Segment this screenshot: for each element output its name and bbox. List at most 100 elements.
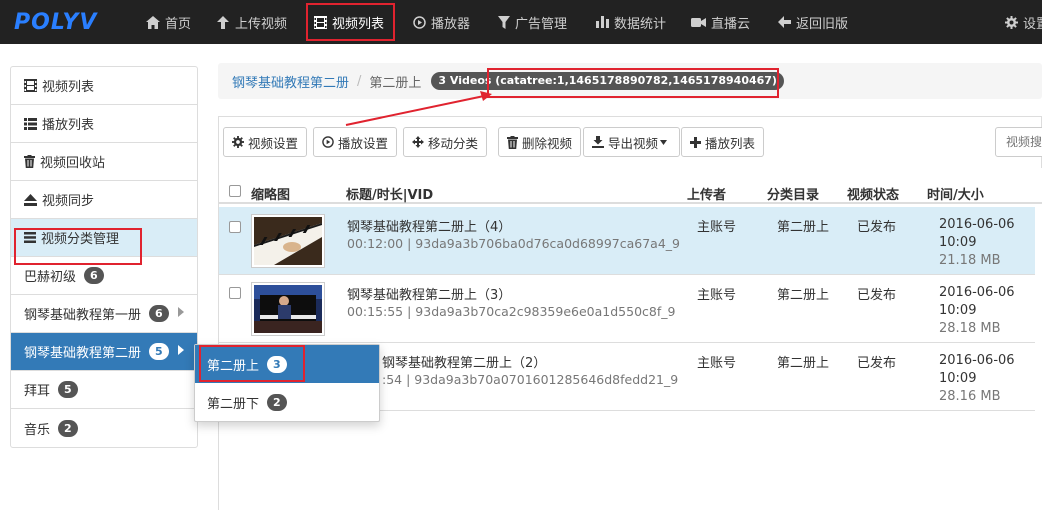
video-search-input[interactable] xyxy=(995,127,1042,157)
video-size: 21.18 MB xyxy=(939,253,1001,268)
video-status: 已发布 xyxy=(857,356,897,371)
sidebar-category-piano-book2[interactable]: 钢琴基础教程第二册 5 xyxy=(11,333,197,371)
video-date: 2016-06-06 xyxy=(939,353,1015,368)
play-circle-icon xyxy=(413,15,426,29)
plus-icon xyxy=(690,136,701,148)
sidebar-category-piano-book1[interactable]: 钢琴基础教程第一册 6 xyxy=(11,295,197,333)
video-uploader: 主账号 xyxy=(697,356,737,371)
header-thumbnail: 缩略图 xyxy=(251,188,291,203)
header-category: 分类目录 xyxy=(767,188,820,203)
video-meta: 00:12:00 | 93da9a3b706ba0d76ca0d68997ca6… xyxy=(347,236,680,251)
move-icon xyxy=(412,136,424,148)
chevron-right-icon xyxy=(178,345,184,355)
nav-upload[interactable]: 上传视频 xyxy=(216,0,287,44)
bar-chart-icon xyxy=(596,16,609,28)
filter-icon xyxy=(498,15,510,29)
video-title[interactable]: 钢琴基础教程第二册上（2） xyxy=(382,352,546,371)
video-title[interactable]: 钢琴基础教程第二册上（3） xyxy=(347,284,511,303)
toolbar: 视频设置 播放设置 移动分类 删除视频 导出视频 播放列表 xyxy=(218,116,1042,168)
caret-down-icon xyxy=(660,139,668,145)
home-icon xyxy=(146,15,160,29)
header-time-size: 时间/大小 xyxy=(927,188,984,203)
annotation-box-category xyxy=(14,228,142,265)
count-badge: 5 xyxy=(149,343,169,360)
arrow-left-icon xyxy=(778,16,791,28)
video-category: 第二册上 xyxy=(777,220,830,235)
table-row[interactable]: 钢琴基础教程第二册上（4） 00:12:00 | 93da9a3b706ba0d… xyxy=(219,207,1035,275)
count-badge: 6 xyxy=(84,267,104,284)
video-size: 28.16 MB xyxy=(939,389,1001,404)
sidebar-item-recycle-bin[interactable]: 视频回收站 xyxy=(11,143,197,181)
breadcrumb-parent-link[interactable]: 钢琴基础教程第二册 xyxy=(232,72,349,91)
count-badge: 2 xyxy=(267,393,287,411)
header-uploader: 上传者 xyxy=(687,188,727,203)
count-badge: 5 xyxy=(58,381,78,398)
video-uploader: 主账号 xyxy=(697,288,737,303)
video-time-size: 2016-06-06 10:09 21.18 MB xyxy=(939,216,1015,270)
video-title[interactable]: 钢琴基础教程第二册上（4） xyxy=(347,216,511,235)
video-status: 已发布 xyxy=(857,220,897,235)
select-all-checkbox[interactable] xyxy=(229,185,241,197)
eject-icon xyxy=(24,193,37,206)
top-navbar: POLYV 首页 上传视频 视频列表 播放器 广告管理 数据统计 直播云 返回旧… xyxy=(0,0,1042,44)
nav-old-version[interactable]: 返回旧版 xyxy=(778,0,848,44)
annotation-box-submenu xyxy=(199,345,305,382)
video-settings-button[interactable]: 视频设置 xyxy=(223,127,308,157)
sidebar-category-beyer[interactable]: 拜耳 5 xyxy=(11,371,197,409)
video-date: 2016-06-06 xyxy=(939,217,1015,232)
nav-ads[interactable]: 广告管理 xyxy=(498,0,567,44)
play-settings-button[interactable]: 播放设置 xyxy=(313,127,398,157)
header-title: 标题/时长|VID xyxy=(346,188,434,203)
submenu-item-book2-part2[interactable]: 第二册下 2 xyxy=(195,383,379,421)
video-uploader: 主账号 xyxy=(697,220,737,235)
nav-live-cloud[interactable]: 直播云 xyxy=(691,0,750,44)
nav-home[interactable]: 首页 xyxy=(146,0,191,44)
video-camera-icon xyxy=(691,17,706,27)
row-checkbox[interactable] xyxy=(229,221,241,233)
video-time: 10:09 xyxy=(939,371,977,386)
trash-icon xyxy=(507,135,518,149)
video-thumbnail[interactable] xyxy=(251,214,325,268)
breadcrumb-separator: / xyxy=(357,73,362,89)
video-time-size: 2016-06-06 10:09 28.18 MB xyxy=(939,284,1015,338)
header-status: 视频状态 xyxy=(847,188,900,203)
table-header: 缩略图 标题/时长|VID 上传者 分类目录 视频状态 时间/大小 xyxy=(219,178,1042,204)
trash-icon xyxy=(24,155,35,168)
add-playlist-button[interactable]: 播放列表 xyxy=(681,127,765,157)
sidebar-item-playlist[interactable]: 播放列表 xyxy=(11,105,197,143)
count-badge: 6 xyxy=(149,305,169,322)
count-badge: 2 xyxy=(58,419,78,437)
table-row[interactable]: 钢琴基础教程第二册上（3） 00:15:55 | 93da9a3b70ca2c9… xyxy=(219,275,1035,343)
video-thumbnail[interactable] xyxy=(251,282,325,336)
list-icon xyxy=(24,117,37,130)
move-category-button[interactable]: 移动分类 xyxy=(403,127,488,157)
video-category: 第二册上 xyxy=(777,288,830,303)
sidebar-item-sync[interactable]: 视频同步 xyxy=(11,181,197,219)
upload-icon xyxy=(217,15,229,29)
export-video-button[interactable]: 导出视频 xyxy=(583,127,681,157)
sidebar-category-music[interactable]: 音乐 2 xyxy=(11,409,197,447)
delete-video-button[interactable]: 删除视频 xyxy=(498,127,582,157)
gear-icon xyxy=(1005,15,1018,29)
video-meta: :54 | 93da9a3b70a0701601285646d8fedd21_9 xyxy=(382,372,679,387)
annotation-box-nav xyxy=(306,3,395,41)
nav-player[interactable]: 播放器 xyxy=(413,0,470,44)
video-time-size: 2016-06-06 10:09 28.16 MB xyxy=(939,352,1015,406)
polyv-logo[interactable]: POLYV xyxy=(14,8,97,36)
sidebar-item-video-list[interactable]: 视频列表 xyxy=(11,67,197,105)
video-status: 已发布 xyxy=(857,288,897,303)
video-category: 第二册上 xyxy=(777,356,830,371)
chevron-right-icon xyxy=(178,307,184,317)
video-meta: 00:15:55 | 93da9a3b70ca2c98359e6e0a1d550… xyxy=(347,304,676,319)
export-icon xyxy=(592,136,604,148)
breadcrumb-current: 第二册上 xyxy=(369,75,422,91)
video-date: 2016-06-06 xyxy=(939,285,1015,300)
video-time: 10:09 xyxy=(939,235,977,250)
row-checkbox[interactable] xyxy=(229,287,241,299)
video-size: 28.18 MB xyxy=(939,321,1001,336)
gear-icon xyxy=(232,136,244,148)
video-time: 10:09 xyxy=(939,303,977,318)
nav-stats[interactable]: 数据统计 xyxy=(596,0,666,44)
nav-settings[interactable]: 设置 xyxy=(1005,0,1042,44)
video-table: 缩略图 标题/时长|VID 上传者 分类目录 视频状态 时间/大小 钢琴基础教程… xyxy=(218,168,1042,510)
